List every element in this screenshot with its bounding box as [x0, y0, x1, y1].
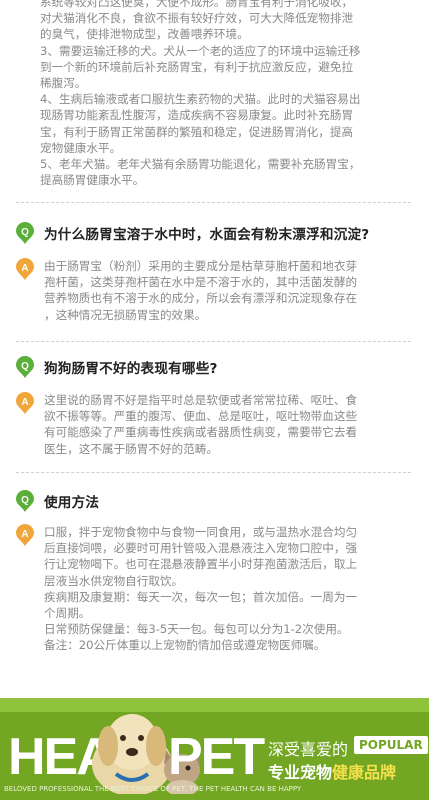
- divider: [16, 472, 411, 473]
- divider: [16, 341, 411, 342]
- answer-line: 医生，这不属于肠胃不好的范畴。: [44, 441, 218, 456]
- banner-stripe: [0, 698, 429, 712]
- answer-line: 疾病期及康复期：每天一次，每次一包；首次加倍。一周为一: [44, 589, 358, 604]
- intro-line: 现肠胃功能紊乱性腹泻，造成疾病不容易康复。此时补充肠胃: [40, 108, 354, 123]
- question-text: 使用方法: [44, 495, 100, 511]
- question-row: Q 使用方法: [16, 490, 411, 512]
- banner-word-right: PET: [168, 728, 265, 786]
- answer-line: 有可能感染了严重病毒性疾病或者器质性病变，需要带它去看: [44, 425, 358, 440]
- answer-line: 口服，拌于宠物食物中与食物一同食用，或与温热水混合均匀: [44, 525, 358, 539]
- intro-line: 4、生病后输液或者口服抗生素药物的犬猫。此时的犬猫容易出: [40, 92, 361, 107]
- brand-banner: HEA PET 深受喜爱的 POPULAR 专业宠物健康品牌 BELOVED P…: [0, 698, 429, 800]
- intro-line: 提高肠胃健康水平。: [40, 173, 145, 188]
- product-detail-page: 系统等较对凸这便臭，大便不成形。肠胃宝有利于消化吸收， 对犬猫消化不良，食欲不振…: [0, 0, 429, 800]
- answer-text: 口服，拌于宠物食物中与食物一同食用，或与温热水混合均匀 后直接饲喂，必要时可用针…: [44, 524, 404, 654]
- answer-line: 层液当水供宠物自行取饮。: [44, 573, 184, 588]
- intro-line: 稀腹泻。: [40, 76, 87, 91]
- popular-badge: POPULAR: [354, 736, 428, 754]
- badge-a-letter: A: [21, 263, 28, 274]
- question-row: Q 为什么肠胃宝溶于水中时，水面会有粉末漂浮和沉淀?: [16, 222, 411, 244]
- answer-line: 这里说的肠胃不好是指平时总是软便或者常常拉稀、呕吐、食: [44, 393, 358, 407]
- answer-row: A 口服，拌于宠物食物中与食物一同食用，或与温热水混合均匀 后直接饲喂，必要时可…: [16, 524, 411, 654]
- answer-badge-icon: A: [16, 524, 34, 546]
- answer-text: 由于肠胃宝（粉剂）采用的主要成分是枯草芽胞杆菌和地衣芽 孢杆菌，这类芽孢杆菌在水…: [44, 258, 404, 323]
- intro-line: 5、老年犬猫。老年犬猫有余肠胃功能退化，需要补充肠胃宝，: [40, 157, 361, 172]
- intro-line: 3、需要运输迁移的犬。犬从一个老的适应了的环境中运输迁移: [40, 43, 361, 58]
- answer-line: 营养物质也有不溶于水的成分，所以会有漂浮和沉淀现象存在: [44, 291, 358, 306]
- answer-line: 孢杆菌，这类芽孢杆菌在水中是不溶于水的，其中活菌发酵的: [44, 275, 358, 290]
- badge-q-letter: Q: [21, 227, 29, 238]
- answer-line: 欲不振等等。严重的腹泻、便血、总是呕吐，呕吐物带血这些: [44, 409, 358, 424]
- answer-line: 行让宠物喝下。也可在混悬液静置半小时芽孢菌激活后，取上: [44, 557, 358, 572]
- brand-prefix: 专业宠物: [268, 763, 333, 782]
- question-row: Q 狗狗肠胃不好的表现有哪些?: [16, 356, 411, 378]
- intro-line: 对犬猫消化不良，食欲不振有较好疗效，可大大降低宠物排泄: [40, 11, 354, 26]
- answer-line: 后直接饲喂，必要时可用针管吸入混悬液注入宠物口腔中，强: [44, 541, 358, 556]
- intro-line: 到一个新的环境前后补充肠胃宝，有利于抗应激反应，避免拉: [40, 59, 354, 74]
- intro-section: 系统等较对凸这便臭，大便不成形。肠胃宝有利于消化吸收， 对犬猫消化不良，食欲不振…: [40, 0, 412, 188]
- badge-a-letter: A: [21, 529, 28, 540]
- badge-q-letter: Q: [21, 495, 29, 506]
- question-badge-icon: Q: [16, 356, 34, 378]
- answer-row: A 这里说的肠胃不好是指平时总是软便或者常常拉稀、呕吐、食 欲不振等等。严重的腹…: [16, 392, 411, 457]
- question-badge-icon: Q: [16, 490, 34, 512]
- answer-line: 日常预防保健量：每3-5天一包。每包可以分为1-2次使用。: [44, 622, 349, 637]
- badge-q-letter: Q: [21, 361, 29, 372]
- qa-item: Q 使用方法 A 口服，拌于宠物食物中与食物一同食用，或与温热水混合均匀 后直接…: [16, 490, 411, 654]
- intro-line: 系统等较对凸这便臭，大便不成形。肠胃宝有利于消化吸收，: [40, 0, 354, 9]
- question-text: 为什么肠胃宝溶于水中时，水面会有粉末漂浮和沉淀?: [44, 227, 370, 243]
- answer-line: 备注：20公斤体重以上宠物酌情加倍或遵宠物医师嘱。: [44, 638, 326, 653]
- question-badge-icon: Q: [16, 222, 34, 244]
- qa-item: Q 为什么肠胃宝溶于水中时，水面会有粉末漂浮和沉淀? A 由于肠胃宝（粉剂）采用…: [16, 222, 411, 323]
- answer-row: A 由于肠胃宝（粉剂）采用的主要成分是枯草芽胞杆菌和地衣芽 孢杆菌，这类芽孢杆菌…: [16, 258, 411, 323]
- answer-badge-icon: A: [16, 392, 34, 414]
- banner-brand-line: 专业宠物健康品牌: [268, 759, 396, 783]
- banner-footer-text: BELOVED PROFESSIONAL THE BEST CHOICE OF …: [4, 785, 302, 793]
- intro-line: 的臭气，使排泄物成型，改善喂养环境。: [40, 27, 249, 42]
- divider: [16, 202, 411, 203]
- answer-line: 由于肠胃宝（粉剂）采用的主要成分是枯草芽胞杆菌和地衣芽: [44, 259, 358, 273]
- answer-line: 个周期。: [44, 606, 91, 621]
- answer-badge-icon: A: [16, 258, 34, 280]
- answer-text: 这里说的肠胃不好是指平时总是软便或者常常拉稀、呕吐、食 欲不振等等。严重的腹泻、…: [44, 392, 404, 457]
- badge-a-letter: A: [21, 397, 28, 408]
- answer-line: ，这种情况无损肠胃宝的效果。: [44, 307, 207, 322]
- brand-suffix: 健康品牌: [332, 763, 397, 782]
- qa-item: Q 狗狗肠胃不好的表现有哪些? A 这里说的肠胃不好是指平时总是软便或者常常拉稀…: [16, 356, 411, 457]
- question-text: 狗狗肠胃不好的表现有哪些?: [44, 361, 218, 377]
- banner-tagline: 深受喜爱的: [268, 740, 349, 759]
- intro-line: 宠物健康水平。: [40, 140, 122, 155]
- intro-line: 宝，有利于肠胃正常菌群的繁殖和稳定，促进肠胃消化，提高: [40, 124, 354, 139]
